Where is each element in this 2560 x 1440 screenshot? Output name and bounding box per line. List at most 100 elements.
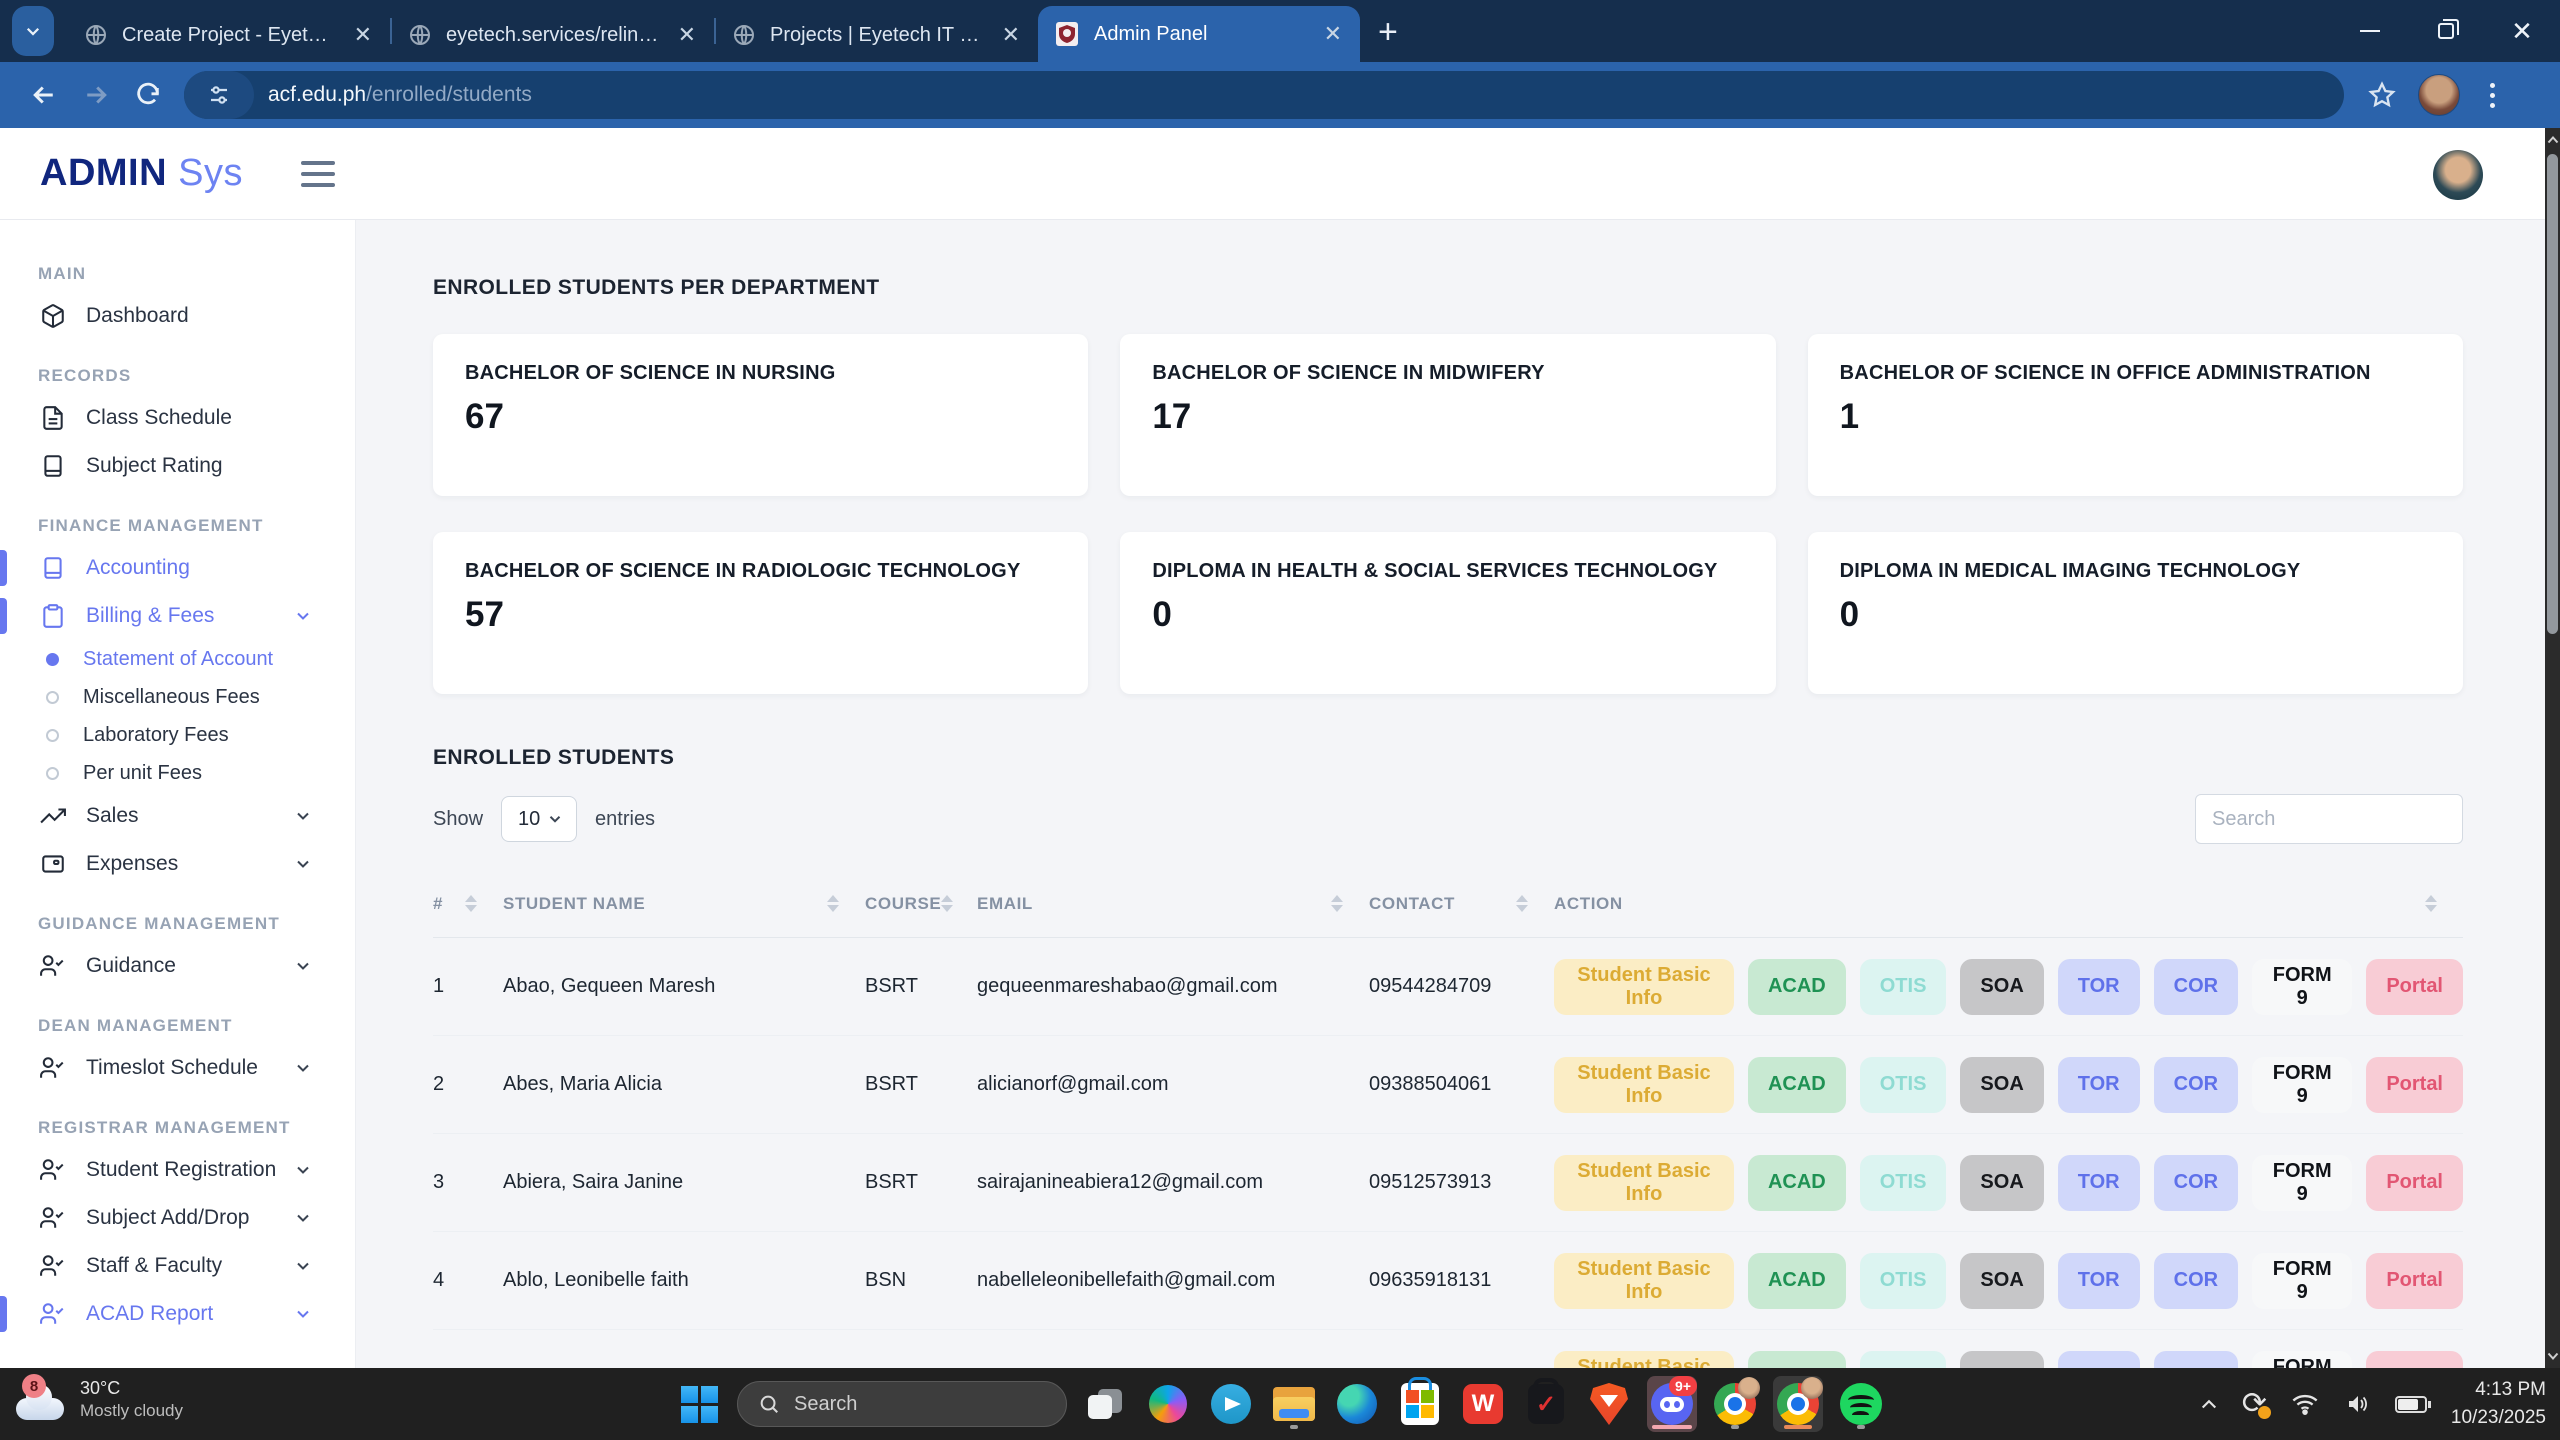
back-button[interactable]	[18, 69, 70, 121]
address-bar[interactable]: acf.edu.ph/enrolled/students	[184, 71, 2344, 119]
maximize-button[interactable]	[2408, 0, 2484, 62]
otis-button[interactable]: OTIS	[1860, 1155, 1947, 1211]
wps-office-button[interactable]: W	[1458, 1376, 1508, 1432]
weather-widget[interactable]: 8 30°C Mostly cloudy	[14, 1376, 183, 1422]
task-view-button[interactable]	[1080, 1376, 1130, 1432]
form9-button[interactable]: FORM 9	[2252, 1057, 2352, 1113]
table-search-input[interactable]	[2195, 794, 2463, 844]
column-header-contact[interactable]: CONTACT	[1369, 894, 1554, 914]
soa-button[interactable]: SOA	[1960, 1351, 2043, 1369]
scroll-up-button[interactable]	[2545, 128, 2560, 152]
acad-button[interactable]: ACAD	[1748, 1155, 1846, 1211]
student-basic-info-button[interactable]: Student Basic Info	[1554, 959, 1734, 1015]
copilot-button[interactable]	[1143, 1376, 1193, 1432]
browser-tab-3[interactable]: Projects | Eyetech IT Solutions ✕	[716, 8, 1038, 62]
portal-button[interactable]: Portal	[2366, 1253, 2463, 1309]
volume-button[interactable]	[2343, 1392, 2371, 1416]
wifi-button[interactable]	[2291, 1392, 2319, 1416]
chrome-profile2-button[interactable]	[1773, 1376, 1823, 1432]
browser-profile-avatar[interactable]	[2418, 74, 2460, 116]
start-button[interactable]	[674, 1376, 724, 1432]
soa-button[interactable]: SOA	[1960, 959, 2043, 1015]
sidebar-item-guidance[interactable]: Guidance	[0, 942, 355, 990]
page-scrollbar[interactable]	[2545, 128, 2560, 1368]
student-basic-info-button[interactable]: Student Basic Info	[1554, 1155, 1734, 1211]
sidebar-item-accounting[interactable]: Accounting	[0, 544, 355, 592]
file-explorer-button[interactable]	[1269, 1376, 1319, 1432]
student-basic-info-button[interactable]: Student Basic Info	[1554, 1253, 1734, 1309]
update-pending-button[interactable]: ⟳	[2242, 1389, 2267, 1419]
tor-button[interactable]: TOR	[2058, 1155, 2140, 1211]
cor-button[interactable]: COR	[2154, 1057, 2238, 1113]
column-header-email[interactable]: EMAIL	[977, 894, 1369, 914]
sidebar-subitem-laboratory-fees[interactable]: Laboratory Fees	[0, 716, 355, 754]
otis-button[interactable]: OTIS	[1860, 1253, 1947, 1309]
sidebar-item-student-registration[interactable]: Student Registration	[0, 1146, 355, 1194]
tray-overflow-button[interactable]	[2200, 1397, 2218, 1411]
soa-button[interactable]: SOA	[1960, 1155, 2043, 1211]
telegram-button[interactable]	[1206, 1376, 1256, 1432]
acad-button[interactable]: ACAD	[1748, 1351, 1846, 1369]
student-basic-info-button[interactable]: Student Basic Info	[1554, 1351, 1734, 1369]
portal-button[interactable]: Portal	[2366, 1155, 2463, 1211]
cor-button[interactable]: COR	[2154, 1253, 2238, 1309]
form9-button[interactable]: FORM 9	[2252, 1155, 2352, 1211]
close-window-button[interactable]: ✕	[2484, 0, 2560, 62]
column-header-num[interactable]: #	[433, 894, 503, 914]
user-avatar[interactable]	[2433, 150, 2483, 200]
portal-button[interactable]: Portal	[2366, 959, 2463, 1015]
student-basic-info-button[interactable]: Student Basic Info	[1554, 1057, 1734, 1113]
close-icon[interactable]: ✕	[674, 22, 700, 48]
battery-button[interactable]	[2395, 1396, 2427, 1413]
bookmark-star-icon[interactable]	[2368, 81, 2396, 109]
sidebar-subitem-statement-of-account[interactable]: Statement of Account	[0, 640, 355, 678]
sidebar-item-sales[interactable]: Sales	[0, 792, 355, 840]
portal-button[interactable]: Portal	[2366, 1351, 2463, 1369]
otis-button[interactable]: OTIS	[1860, 1351, 1947, 1369]
spotify-button[interactable]	[1836, 1376, 1886, 1432]
taskbar-search[interactable]: Search	[737, 1381, 1067, 1427]
browser-menu-button[interactable]	[2482, 79, 2503, 112]
browser-tab-active[interactable]: Admin Panel ✕	[1038, 6, 1360, 62]
sidebar-subitem-per-unit-fees[interactable]: Per unit Fees	[0, 754, 355, 792]
acad-button[interactable]: ACAD	[1748, 959, 1846, 1015]
otis-button[interactable]: OTIS	[1860, 959, 1947, 1015]
sidebar-item-staff-faculty[interactable]: Staff & Faculty	[0, 1242, 355, 1290]
otis-button[interactable]: OTIS	[1860, 1057, 1947, 1113]
column-header-name[interactable]: STUDENT NAME	[503, 894, 865, 914]
acad-button[interactable]: ACAD	[1748, 1057, 1846, 1113]
tor-button[interactable]: TOR	[2058, 1351, 2140, 1369]
scroll-down-button[interactable]	[2545, 1344, 2560, 1368]
site-settings-button[interactable]	[184, 71, 254, 119]
sidebar-item-expenses[interactable]: Expenses	[0, 840, 355, 888]
close-icon[interactable]: ✕	[998, 22, 1024, 48]
forward-button[interactable]	[70, 69, 122, 121]
portal-button[interactable]: Portal	[2366, 1057, 2463, 1113]
password-lock-button[interactable]: ✓	[1521, 1376, 1571, 1432]
form9-button[interactable]: FORM 9	[2252, 1253, 2352, 1309]
reload-button[interactable]	[122, 69, 174, 121]
column-header-course[interactable]: COURSE	[865, 894, 977, 914]
column-header-action[interactable]: ACTION	[1554, 894, 2463, 914]
acad-button[interactable]: ACAD	[1748, 1253, 1846, 1309]
cor-button[interactable]: COR	[2154, 1351, 2238, 1369]
chrome-profile1-button[interactable]	[1710, 1376, 1760, 1432]
soa-button[interactable]: SOA	[1960, 1057, 2043, 1113]
close-icon[interactable]: ✕	[350, 22, 376, 48]
tab-search-button[interactable]	[12, 6, 54, 56]
page-size-select[interactable]: 10	[501, 796, 577, 842]
sidebar-toggle-button[interactable]	[301, 161, 335, 187]
sidebar-item-subject-rating[interactable]: Subject Rating	[0, 442, 355, 490]
tor-button[interactable]: TOR	[2058, 1057, 2140, 1113]
scrollbar-thumb[interactable]	[2547, 154, 2558, 634]
soa-button[interactable]: SOA	[1960, 1253, 2043, 1309]
browser-tab-2[interactable]: eyetech.services/relink_storage... ✕	[392, 8, 714, 62]
cor-button[interactable]: COR	[2154, 1155, 2238, 1211]
minimize-button[interactable]	[2332, 0, 2408, 62]
sidebar-item-class-schedule[interactable]: Class Schedule	[0, 394, 355, 442]
ms-store-button[interactable]	[1395, 1376, 1445, 1432]
cor-button[interactable]: COR	[2154, 959, 2238, 1015]
tor-button[interactable]: TOR	[2058, 1253, 2140, 1309]
sidebar-subitem-miscellaneous-fees[interactable]: Miscellaneous Fees	[0, 678, 355, 716]
form9-button[interactable]: FORM 9	[2252, 1351, 2352, 1369]
